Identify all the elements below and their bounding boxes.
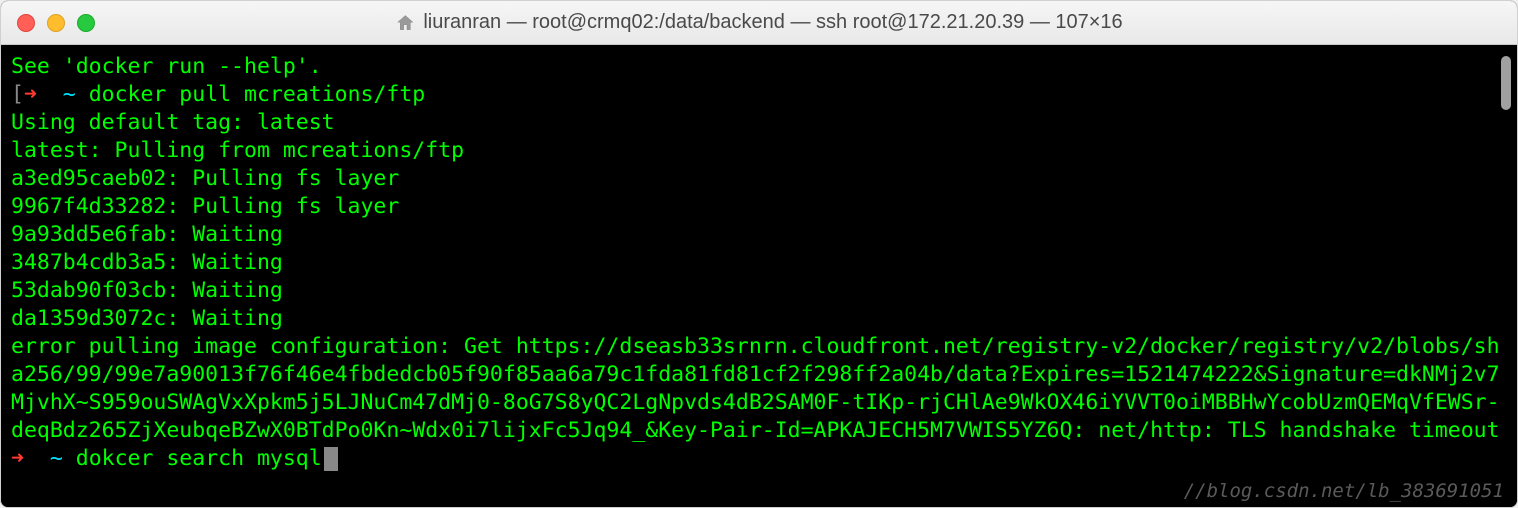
terminal-line: [➜ ~ docker pull mcreations/ftp bbox=[11, 81, 1507, 109]
command-text: dokcer search mysql bbox=[76, 446, 322, 471]
terminal-line: 3487b4cdb3a5: Waiting bbox=[11, 249, 1507, 277]
traffic-lights bbox=[17, 14, 95, 32]
terminal-line: See 'docker run --help'. bbox=[11, 53, 1507, 81]
titlebar: liuranran — root@crmq02:/data/backend — … bbox=[1, 1, 1517, 45]
home-icon bbox=[395, 13, 415, 33]
minimize-button[interactable] bbox=[47, 14, 65, 32]
command-text: docker pull mcreations/ftp bbox=[89, 82, 426, 107]
close-button[interactable] bbox=[17, 14, 35, 32]
prompt-arrow-icon: ➜ bbox=[24, 82, 37, 107]
cursor bbox=[324, 447, 338, 471]
scrollbar-thumb[interactable] bbox=[1501, 56, 1511, 110]
terminal-line: 9967f4d33282: Pulling fs layer bbox=[11, 193, 1507, 221]
prompt-path: ~ bbox=[50, 446, 63, 471]
terminal-line: Using default tag: latest bbox=[11, 109, 1507, 137]
prompt-bracket: [ bbox=[11, 82, 24, 107]
terminal-line: a3ed95caeb02: Pulling fs layer bbox=[11, 165, 1507, 193]
terminal-line: error pulling image configuration: Get h… bbox=[11, 333, 1507, 445]
window-title-group: liuranran — root@crmq02:/data/backend — … bbox=[395, 11, 1122, 34]
terminal-line: latest: Pulling from mcreations/ftp bbox=[11, 137, 1507, 165]
prompt-arrow-icon: ➜ bbox=[11, 446, 24, 471]
terminal-window: liuranran — root@crmq02:/data/backend — … bbox=[0, 0, 1518, 508]
window-title: liuranran — root@crmq02:/data/backend — … bbox=[423, 11, 1122, 34]
terminal-line: da1359d3072c: Waiting bbox=[11, 305, 1507, 333]
prompt-path: ~ bbox=[63, 82, 76, 107]
maximize-button[interactable] bbox=[77, 14, 95, 32]
terminal-line: ➜ ~ dokcer search mysql bbox=[11, 445, 1507, 473]
watermark: //blog.csdn.net/lb_383691051 bbox=[1184, 480, 1504, 502]
terminal-line: 9a93dd5e6fab: Waiting bbox=[11, 221, 1507, 249]
terminal-body[interactable]: See 'docker run --help'.[➜ ~ docker pull… bbox=[1, 45, 1517, 507]
terminal-line: 53dab90f03cb: Waiting bbox=[11, 277, 1507, 305]
